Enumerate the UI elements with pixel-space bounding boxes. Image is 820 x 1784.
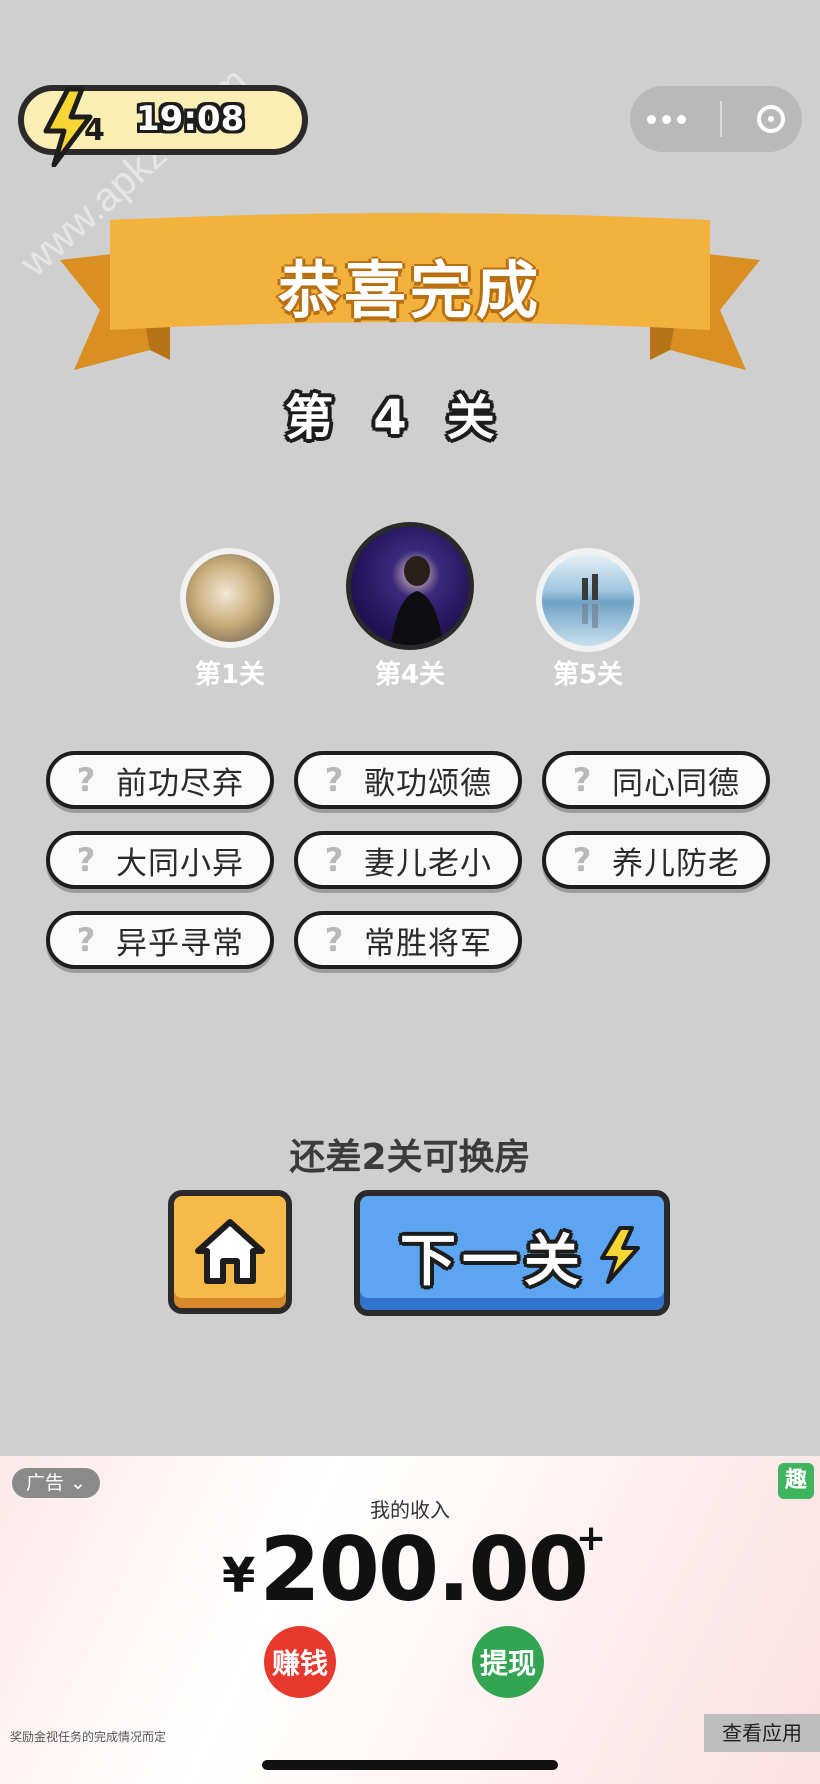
income-plus: + [576,1518,607,1559]
ad-banner[interactable]: 广告 ⌄ 趣 我的收入 ¥200.00 + 赚钱 提现 奖励金视任务的完成情况而… [0,1456,820,1784]
level-5-thumbnail [536,548,640,652]
question-icon: ? [572,841,592,879]
withdraw-button[interactable]: 提现 [472,1626,544,1698]
currency-symbol: ¥ [222,1548,255,1605]
idiom-chip[interactable]: ? 同心同德 [542,751,770,809]
question-icon: ? [572,761,592,799]
idiom-chip[interactable]: ? 大同小异 [46,831,274,889]
idiom-chip[interactable]: ? 常胜将军 [294,911,522,969]
question-icon: ? [76,921,96,959]
level-title: 第4关 [285,390,535,446]
singer-figure [391,556,443,645]
question-icon: ? [324,841,344,879]
question-icon: ? [76,761,96,799]
view-app-button[interactable]: 查看应用 [704,1714,820,1752]
level-1-thumbnail [180,548,280,648]
idiom-chip[interactable]: ? 前功尽弃 [46,751,274,809]
completion-title: 恭喜完成 [277,254,542,327]
close-miniprogram-icon[interactable] [756,105,785,133]
idiom-text: 养儿防老 [612,845,740,882]
completion-ribbon: 恭喜完成 [60,210,760,390]
idiom-text: 同心同德 [612,765,740,802]
more-icon[interactable] [647,114,687,124]
idiom-text: 歌功颂德 [364,765,492,802]
countdown-time: 19:08 [136,99,245,139]
next-level-label: 下一关 [400,1229,586,1294]
home-button[interactable] [168,1190,292,1314]
lightning-bolt-icon [600,1226,640,1284]
idiom-text: 常胜将军 [364,925,492,962]
idiom-chip[interactable]: ? 妻儿老小 [294,831,522,889]
ad-disclaimer: 奖励金视任务的完成情况而定 [10,1730,167,1744]
level-4-label: 第4关 [374,660,446,690]
levels-remaining-text: 还差2关可换房 [289,1137,531,1178]
level-1-label: 第1关 [194,660,266,690]
idiom-text: 前功尽弃 [116,765,244,802]
idiom-text: 异乎寻常 [116,925,244,962]
next-level-button[interactable]: 下一关 [354,1190,670,1316]
level-5-label: 第5关 [552,660,624,690]
home-icon [195,1219,265,1284]
question-icon: ? [324,761,344,799]
miniprogram-capsule [630,86,802,152]
energy-timer-pill: 4 19:08 [18,85,308,167]
energy-count: 4 [84,113,105,148]
idiom-chip[interactable]: ? 养儿防老 [542,831,770,889]
idiom-chip[interactable]: ? 歌功颂德 [294,751,522,809]
level-4-thumbnail [346,522,474,650]
idiom-chip[interactable]: ? 异乎寻常 [46,911,274,969]
idiom-text: 妻儿老小 [364,845,492,882]
home-indicator[interactable] [262,1760,558,1770]
question-icon: ? [324,921,344,959]
earn-button[interactable]: 赚钱 [264,1626,336,1698]
reflection-figures [582,574,598,628]
question-icon: ? [76,841,96,879]
idiom-text: 大同小异 [116,845,244,882]
income-amount: ¥200.00 [222,1518,589,1621]
